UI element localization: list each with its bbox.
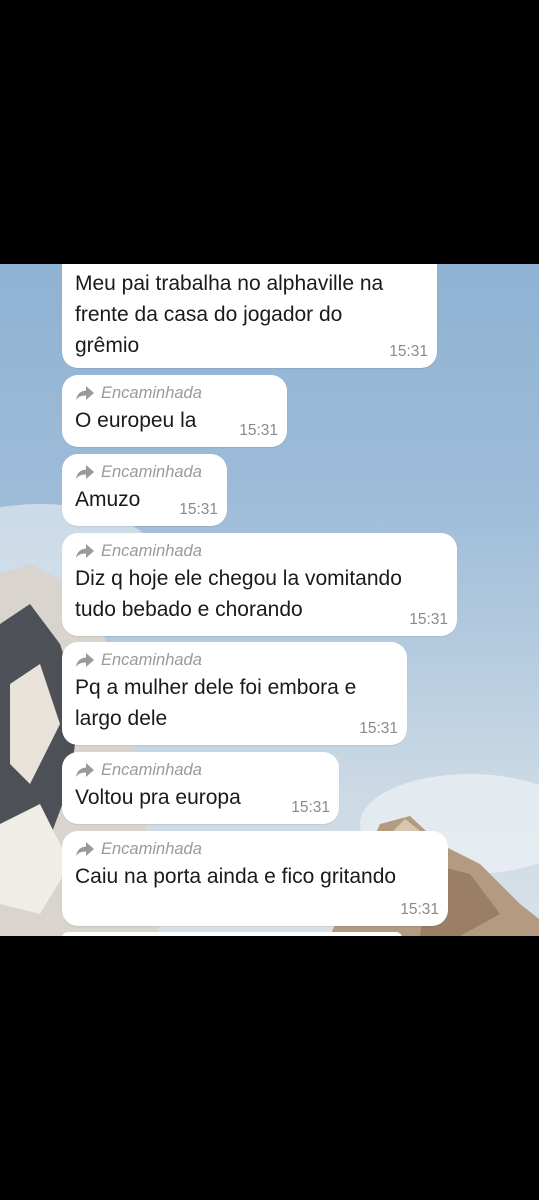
message-bubble[interactable]: Encaminhada Amuzo 15:31 [62, 454, 227, 526]
forwarded-label: Encaminhada [75, 460, 215, 484]
message-bubble[interactable]: Encaminhada Pq a mulher dele foi embora … [62, 642, 407, 745]
message-text: Diz q hoje ele chegou la vomitando tudo … [75, 567, 402, 621]
forwarded-label: Encaminhada [75, 758, 327, 782]
forwarded-text: Encaminhada [101, 650, 202, 669]
next-message-bubble-edge [62, 932, 402, 936]
message-text: Pq a mulher dele foi embora e largo dele [75, 676, 357, 730]
forwarded-text: Encaminhada [101, 541, 202, 560]
message-time: 15:31 [179, 501, 218, 518]
forwarded-text: Encaminhada [101, 760, 202, 779]
message-time: 15:31 [359, 720, 398, 737]
forward-arrow-icon [75, 385, 95, 401]
message-bubble[interactable]: Encaminhada Voltou pra europa 15:31 [62, 752, 339, 824]
message-text: Meu pai trabalha no alphaville na frente… [75, 272, 384, 357]
forward-arrow-icon [75, 762, 95, 778]
forwarded-label: Encaminhada [75, 837, 436, 861]
chat-view: Meu pai trabalha no alphaville na frente… [0, 264, 539, 936]
forward-arrow-icon [75, 652, 95, 668]
forwarded-text: Encaminhada [101, 839, 202, 858]
forward-arrow-icon [75, 841, 95, 857]
forwarded-label: Encaminhada [75, 381, 275, 405]
forward-arrow-icon [75, 464, 95, 480]
message-time: 15:31 [291, 799, 330, 816]
forwarded-text: Encaminhada [101, 462, 202, 481]
message-bubble[interactable]: Encaminhada O europeu la 15:31 [62, 375, 287, 447]
message-bubble[interactable]: Encaminhada Caiu na porta ainda e fico g… [62, 831, 448, 926]
forwarded-label: Encaminhada [75, 648, 395, 672]
message-text: Voltou pra europa [75, 786, 241, 809]
message-time: 15:31 [389, 343, 428, 360]
message-time: 15:31 [239, 422, 278, 439]
message-text: Caiu na porta ainda e fico gritando [75, 865, 397, 888]
forwarded-text: Encaminhada [101, 383, 202, 402]
forwarded-label: Encaminhada [75, 539, 445, 563]
message-bubble[interactable]: Meu pai trabalha no alphaville na frente… [62, 264, 437, 368]
forward-arrow-icon [75, 543, 95, 559]
message-bubble[interactable]: Encaminhada Diz q hoje ele chegou la vom… [62, 533, 457, 636]
message-time: 15:31 [400, 901, 439, 918]
message-time: 15:31 [409, 611, 448, 628]
